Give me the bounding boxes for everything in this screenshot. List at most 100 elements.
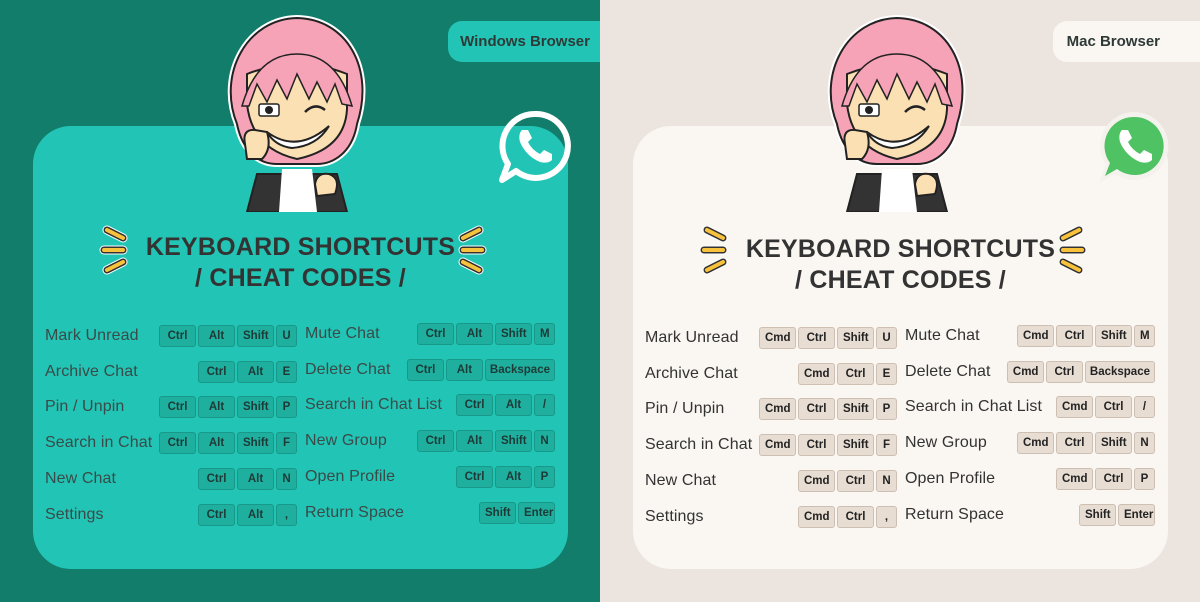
shortcut-row: Mark Unread Ctrl Alt Shift U	[45, 318, 297, 354]
key-cap: Alt	[456, 430, 493, 453]
key-cap: Ctrl	[159, 396, 196, 419]
shortcut-row: Mark Unread Cmd Ctrl Shift U	[645, 320, 897, 356]
key-cap: U	[276, 324, 297, 347]
key-cap: Ctrl	[198, 360, 235, 383]
key-cap: Ctrl	[406, 358, 444, 381]
key-cap: Ctrl	[837, 470, 874, 493]
shortcut-row: Settings Cmd Ctrl,	[645, 499, 897, 535]
key-combo: Shift Enter	[479, 501, 555, 524]
key-cap: P	[534, 466, 555, 489]
shortcut-row: Return Space Shift Enter	[305, 495, 555, 531]
whatsapp-green-icon	[1099, 111, 1169, 183]
key-cap: Ctrl	[798, 398, 835, 421]
platform-badge: Mac Browser	[1052, 21, 1200, 62]
key-cap: Ctrl	[159, 432, 196, 455]
shortcut-label: Delete Chat	[905, 362, 991, 380]
platform-badge: Windows Browser	[448, 21, 600, 62]
key-combo: Ctrl Alt Shift N	[417, 430, 555, 453]
shortcut-label: Open Profile	[905, 470, 996, 488]
page-title: KEYBOARD SHORTCUTS / CHEAT CODES /	[33, 232, 568, 294]
key-cap: Shift	[837, 398, 874, 421]
key-cap: E	[876, 362, 897, 385]
mac-panel: Mac Browser KEYBOARD SHORTCUTS / CHEAT C…	[600, 0, 1200, 602]
key-cap: Cmd	[1017, 432, 1054, 455]
key-cap: Ctrl	[159, 324, 196, 347]
page-title: KEYBOARD SHORTCUTS / CHEAT CODES /	[633, 234, 1168, 296]
key-combo: Ctrl Alt E	[198, 360, 297, 383]
shortcut-label: New Chat	[45, 470, 117, 488]
shortcut-row: Delete Chat Ctrl Alt Backspace	[305, 352, 555, 388]
whatsapp-outline-icon	[499, 110, 571, 183]
key-combo: Cmd Ctrl Shift M	[1017, 324, 1155, 347]
shortcut-label: Archive Chat	[45, 362, 138, 380]
key-cap: Alt	[198, 324, 235, 347]
key-cap: P	[1134, 468, 1155, 491]
key-cap: Shift	[1095, 324, 1132, 347]
key-cap: Shift	[237, 432, 274, 455]
key-cap: ,	[876, 505, 897, 528]
shortcut-row: Return Space Shift Enter	[905, 497, 1155, 533]
key-combo: Cmd Ctrl P	[1056, 468, 1155, 491]
key-cap: Alt	[198, 396, 235, 419]
key-combo: Ctrl Alt /	[456, 394, 555, 417]
shortcut-row: New Group Ctrl Alt Shift N	[305, 423, 555, 459]
key-cap: Cmd	[798, 470, 835, 493]
key-combo: Ctrl Alt N	[198, 468, 297, 491]
key-cap: Shift	[237, 324, 274, 347]
key-cap: Alt	[237, 468, 274, 491]
key-cap: Ctrl	[798, 434, 835, 457]
cheatsheet: Windows Browser KEYBOARD SHORTCUTS / CHE…	[0, 0, 1200, 602]
key-cap: Alt	[456, 322, 493, 345]
key-cap: Ctrl	[798, 326, 835, 349]
shortcut-row: Mute Chat Cmd Ctrl Shift M	[905, 318, 1155, 354]
key-cap: Cmd	[759, 434, 796, 457]
key-combo: Cmd Ctrl Shift U	[759, 326, 897, 349]
key-cap: Ctrl	[1045, 360, 1083, 383]
key-cap: F	[276, 432, 297, 455]
key-cap: P	[876, 398, 897, 421]
key-cap: Ctrl	[1056, 324, 1093, 347]
key-cap: Alt	[495, 466, 532, 489]
key-cap: Cmd	[798, 505, 835, 528]
key-cap: E	[276, 360, 297, 383]
shortcut-row: Open Profile Cmd Ctrl P	[905, 461, 1155, 497]
key-cap: Cmd	[759, 398, 796, 421]
key-cap: Shift	[1095, 432, 1132, 455]
key-combo: Cmd Ctrl /	[1056, 396, 1155, 419]
key-cap: Cmd	[1056, 468, 1093, 491]
key-cap: N	[876, 470, 897, 493]
key-combo: Shift Enter	[1079, 503, 1155, 526]
key-cap: Cmd	[798, 362, 835, 385]
key-cap: Backspace	[484, 358, 555, 381]
shortcut-label: New Group	[905, 434, 987, 452]
shortcut-list-right: Mute Chat Ctrl Alt Shift M Delete Chat Ctrl Alt…	[305, 316, 555, 531]
shortcut-row: Archive Chat Ctrl Alt E	[45, 354, 297, 390]
shortcut-label: Search in Chat	[45, 434, 153, 452]
shortcut-row: Mute Chat Ctrl Alt Shift M	[305, 316, 555, 352]
title-line-2: / CHEAT CODES /	[795, 266, 1006, 294]
key-cap: Ctrl	[198, 503, 235, 526]
shortcut-row: Search in Chat List Cmd Ctrl /	[905, 390, 1155, 426]
shortcut-label: Mute Chat	[905, 326, 980, 344]
key-cap: Shift	[495, 322, 532, 345]
key-cap: P	[276, 396, 297, 419]
shortcut-label: Delete Chat	[305, 360, 391, 378]
key-cap: Alt	[495, 394, 532, 417]
title-line-2: / CHEAT CODES /	[195, 264, 406, 292]
shortcut-row: Search in Chat Cmd Ctrl Shift F	[645, 427, 897, 463]
mascot-girl-icon	[227, 14, 366, 212]
key-cap: Alt	[198, 432, 235, 455]
key-cap: Alt	[237, 360, 274, 383]
shortcut-label: Settings	[45, 505, 104, 523]
key-cap: Cmd	[1056, 396, 1093, 419]
shortcut-list-right: Mute Chat Cmd Ctrl Shift M Delete Chat Cmd Ctrl…	[905, 318, 1155, 533]
key-combo: Ctrl Alt Shift M	[417, 322, 555, 345]
key-cap: F	[876, 434, 897, 457]
key-combo: Ctrl Alt P	[456, 466, 555, 489]
key-cap: /	[534, 394, 555, 417]
key-cap: Enter	[1118, 503, 1155, 526]
shortcut-label: Pin / Unpin	[645, 400, 725, 418]
shortcut-label: Search in Chat List	[305, 396, 443, 414]
shortcut-label: Settings	[645, 507, 704, 525]
key-cap: Shift	[237, 396, 274, 419]
